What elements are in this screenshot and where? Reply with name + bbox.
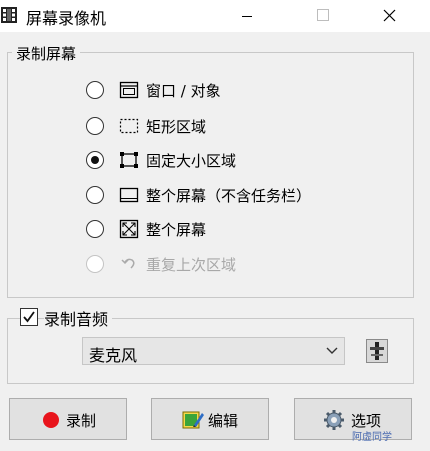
maximize-button[interactable]	[300, 0, 346, 32]
radio-screen-no-taskbar[interactable]	[86, 186, 104, 204]
screen-no-taskbar-icon	[119, 187, 139, 203]
radio-repeat-last-region[interactable]	[86, 255, 104, 273]
title-bar: 屏幕录像机	[0, 0, 430, 32]
record-audio-label: 录制音频	[44, 306, 113, 330]
window-object-icon	[119, 81, 139, 99]
fullscreen-icon	[119, 219, 139, 239]
close-icon	[383, 9, 396, 22]
minimize-icon	[242, 16, 252, 17]
label-window-object: 窗口 / 对象	[146, 82, 221, 100]
label-screen-no-taskbar: 整个屏幕（不含任务栏）	[146, 187, 312, 205]
minimize-button[interactable]	[224, 0, 270, 32]
edit-button[interactable]: 编辑	[151, 398, 269, 440]
audio-device-value: 麦克风	[89, 346, 138, 365]
radio-window-object[interactable]	[86, 81, 104, 99]
film-strip-icon	[1, 7, 17, 23]
radio-fullscreen[interactable]	[86, 220, 104, 238]
dashed-rectangle-icon	[119, 118, 139, 134]
record-button[interactable]: 录制	[9, 398, 127, 440]
audio-properties-icon[interactable]	[366, 339, 388, 363]
label-repeat-last-region: 重复上次区域	[146, 256, 237, 274]
record-screen-legend: 录制屏幕	[12, 43, 81, 64]
audio-device-select[interactable]: 麦克风	[82, 337, 345, 365]
chevron-down-icon	[326, 347, 338, 354]
edit-image-icon	[182, 411, 204, 429]
repeat-arrow-icon	[121, 258, 135, 269]
record-dot-icon	[43, 412, 59, 428]
radio-fixed-region[interactable]	[86, 151, 104, 169]
window-title: 屏幕录像机	[26, 9, 107, 28]
edit-button-label: 编辑	[208, 412, 239, 430]
watermark-text: 阿虚同学	[352, 432, 392, 443]
label-rectangle-region: 矩形区域	[146, 118, 207, 136]
close-button[interactable]	[367, 0, 413, 32]
record-button-label: 录制	[66, 412, 97, 430]
gear-icon	[324, 410, 344, 430]
maximize-icon	[317, 9, 329, 21]
record-audio-checkbox[interactable]	[20, 308, 38, 326]
checkmark-icon	[23, 311, 35, 323]
fixed-region-icon	[120, 152, 138, 168]
label-fixed-region: 固定大小区域	[146, 152, 237, 170]
radio-rectangle-region[interactable]	[86, 117, 104, 135]
label-fullscreen: 整个屏幕	[146, 221, 207, 239]
